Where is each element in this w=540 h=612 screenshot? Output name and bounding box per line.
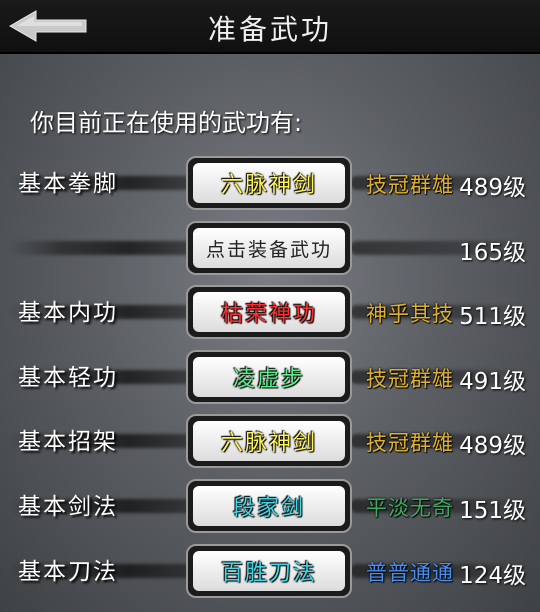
skill-name: 六脉神剑 [193, 163, 345, 203]
skill-rank: 技冠群雄 [366, 431, 454, 455]
skill-slot-row: 点击装备武功 165级 [0, 221, 540, 277]
skill-name: 六脉神剑 [193, 421, 345, 461]
skill-rank: 技冠群雄 [366, 367, 454, 391]
skill-level: 124级 [459, 563, 526, 589]
skill-level: 491级 [459, 369, 526, 395]
skill-rank: 神乎其技 [366, 302, 454, 326]
skill-level: 489级 [459, 433, 526, 459]
skill-select-button[interactable]: 六脉神剑 [186, 156, 352, 210]
slot-label: 基本剑法 [18, 494, 118, 520]
skill-select-button[interactable]: 点击装备武功 [186, 221, 352, 275]
skill-name: 百胜刀法 [193, 551, 345, 591]
slot-label: 基本拳脚 [18, 171, 118, 197]
skill-rank: 普普通通 [366, 561, 454, 585]
skill-level: 165级 [459, 240, 526, 266]
slot-label: 基本内功 [18, 300, 118, 326]
skill-slot-row: 基本剑法 段家剑 平淡无奇 151级 [0, 479, 540, 535]
skill-slot-row: 基本内功 枯荣禅功 神乎其技 511级 [0, 285, 540, 341]
skill-select-button[interactable]: 百胜刀法 [186, 544, 352, 598]
title-bar: 准备武功 [0, 0, 540, 54]
brush-stroke-decoration [10, 241, 210, 255]
skill-select-button[interactable]: 凌虚步 [186, 350, 352, 404]
skill-slot-row: 基本拳脚 六脉神剑 技冠群雄 489级 [0, 156, 540, 212]
skill-name: 点击装备武功 [193, 228, 345, 268]
skill-rank: 平淡无奇 [366, 496, 454, 520]
skill-select-button[interactable]: 段家剑 [186, 479, 352, 533]
skill-level: 511级 [459, 304, 526, 330]
page-title: 准备武功 [207, 13, 332, 46]
slot-label: 基本刀法 [18, 559, 118, 585]
skill-level: 489级 [459, 175, 526, 201]
skill-slot-row: 基本轻功 凌虚步 技冠群雄 491级 [0, 350, 540, 406]
skill-select-button[interactable]: 枯荣禅功 [186, 285, 352, 339]
skill-name: 枯荣禅功 [193, 292, 345, 332]
skill-select-button[interactable]: 六脉神剑 [186, 414, 352, 468]
equipped-skills-heading: 你目前正在使用的武功有: [30, 109, 303, 137]
slot-label: 基本轻功 [18, 365, 118, 391]
slot-label: 基本招架 [18, 429, 118, 455]
skill-slot-row: 基本刀法 百胜刀法 普普通通 124级 [0, 544, 540, 600]
skill-rank: 技冠群雄 [366, 173, 454, 197]
skill-level: 151级 [459, 498, 526, 524]
skill-name: 段家剑 [193, 486, 345, 526]
skill-slot-row: 基本招架 六脉神剑 技冠群雄 489级 [0, 414, 540, 470]
skill-name: 凌虚步 [193, 357, 345, 397]
